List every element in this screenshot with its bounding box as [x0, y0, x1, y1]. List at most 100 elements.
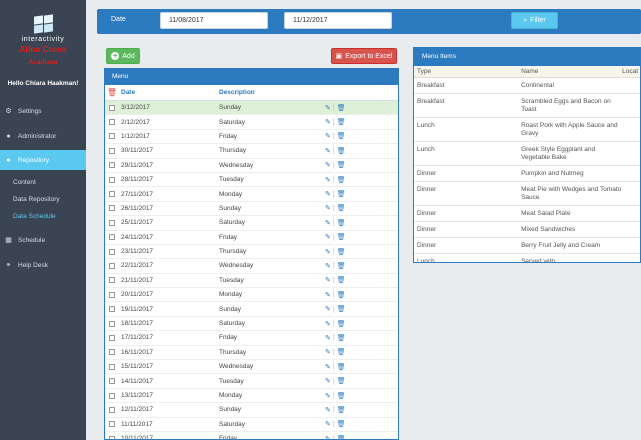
table-row[interactable]: 10/11/2017 Friday ✎ | 🗑: [105, 432, 398, 439]
sidebar-subitem-data-repository[interactable]: Data Repository: [13, 196, 60, 203]
edit-icon[interactable]: ✎: [325, 392, 331, 400]
edit-icon[interactable]: ✎: [325, 118, 331, 126]
trash-icon[interactable]: 🗑: [337, 161, 346, 169]
edit-icon[interactable]: ✎: [325, 132, 331, 140]
list-item[interactable]: Dinner Berry Fruit Jelly and Cream: [414, 238, 640, 254]
edit-icon[interactable]: ✎: [325, 248, 331, 256]
table-row[interactable]: 13/11/2017 Monday ✎ | 🗑: [105, 389, 398, 404]
row-checkbox[interactable]: [109, 119, 115, 126]
edit-icon[interactable]: ✎: [325, 262, 331, 270]
list-item[interactable]: Lunch Roast Pork with Apple Sauce and Gra…: [414, 118, 640, 142]
table-row[interactable]: 24/11/2017 Friday ✎ | 🗑: [105, 231, 398, 245]
row-checkbox[interactable]: [109, 104, 115, 111]
edit-icon[interactable]: ✎: [325, 348, 331, 356]
filter-button[interactable]: ⌕ Filter: [511, 12, 558, 29]
edit-icon[interactable]: ✎: [325, 190, 331, 198]
row-checkbox[interactable]: [109, 205, 115, 212]
date-from-input[interactable]: [160, 12, 268, 29]
table-row[interactable]: 19/11/2017 Sunday ✎ | 🗑: [105, 302, 398, 317]
table-row[interactable]: 20/11/2017 Monday ✎ | 🗑: [105, 288, 398, 303]
row-checkbox[interactable]: [109, 421, 115, 428]
col-name-header[interactable]: Name: [519, 68, 622, 75]
row-checkbox[interactable]: [109, 277, 115, 284]
trash-icon[interactable]: 🗑: [337, 435, 346, 439]
edit-icon[interactable]: ✎: [325, 377, 331, 385]
sidebar-item-repository[interactable]: ● Repository: [0, 150, 86, 170]
table-row[interactable]: 17/11/2017 Friday ✎ | 🗑: [105, 331, 398, 346]
list-item[interactable]: Dinner Meat Salad Plate: [414, 206, 640, 222]
edit-icon[interactable]: ✎: [325, 204, 331, 212]
table-row[interactable]: 12/11/2017 Sunday ✎ | 🗑: [105, 403, 398, 418]
table-row[interactable]: 23/11/2017 Thursday ✎ | 🗑: [105, 245, 398, 260]
table-row[interactable]: 25/11/2017 Saturday ✎ | 🗑: [105, 216, 398, 231]
trash-icon[interactable]: 🗑: [337, 233, 346, 241]
col-type-header[interactable]: Type: [414, 68, 519, 75]
list-item[interactable]: Lunch Greek Style Eggplant and Vegetable …: [414, 142, 640, 166]
trash-icon[interactable]: 🗑: [337, 118, 346, 126]
trash-icon[interactable]: 🗑: [337, 348, 346, 356]
list-item[interactable]: Dinner Pumpkin and Nutmeg: [414, 166, 640, 182]
row-checkbox[interactable]: [109, 176, 115, 183]
table-row[interactable]: 22/11/2017 Wednesday ✎ | 🗑: [105, 259, 398, 274]
sidebar-item-administrator[interactable]: ● Administrator: [0, 126, 86, 146]
trash-icon[interactable]: 🗑: [337, 262, 346, 270]
edit-icon[interactable]: ✎: [325, 147, 331, 155]
sidebar-subitem-content[interactable]: Content: [13, 179, 36, 186]
trash-icon[interactable]: 🗑: [337, 392, 346, 400]
edit-icon[interactable]: ✎: [325, 291, 331, 299]
trash-icon[interactable]: 🗑: [337, 291, 346, 299]
list-item[interactable]: Dinner Meat Pie with Wedges and Tomato Sa…: [414, 182, 640, 206]
table-row[interactable]: 18/11/2017 Saturday ✎ | 🗑: [105, 317, 398, 332]
row-checkbox[interactable]: [109, 147, 115, 154]
date-to-input[interactable]: [284, 12, 392, 29]
row-checkbox[interactable]: [109, 349, 115, 356]
trash-icon[interactable]: 🗑: [337, 132, 346, 140]
trash-icon[interactable]: 🗑: [337, 334, 346, 342]
trash-icon[interactable]: 🗑: [337, 320, 346, 328]
trash-icon[interactable]: 🗑: [337, 276, 346, 284]
table-row[interactable]: 21/11/2017 Tuesday ✎ | 🗑: [105, 274, 398, 289]
edit-icon[interactable]: ✎: [325, 233, 331, 241]
trash-icon[interactable]: 🗑: [337, 377, 346, 385]
logo[interactable]: interactivity: [18, 14, 68, 43]
col-date-header[interactable]: Date: [119, 89, 219, 96]
table-row[interactable]: 11/11/2017 Saturday ✎ | 🗑: [105, 418, 398, 432]
trash-icon[interactable]: 🗑: [337, 248, 346, 256]
row-checkbox[interactable]: [109, 435, 115, 439]
edit-icon[interactable]: ✎: [325, 435, 331, 439]
row-checkbox[interactable]: [109, 262, 115, 269]
trash-icon[interactable]: 🗑: [337, 219, 346, 227]
row-checkbox[interactable]: [109, 363, 115, 370]
trash-icon[interactable]: 🗑: [337, 147, 346, 155]
row-checkbox[interactable]: [109, 234, 115, 241]
table-row[interactable]: 1/12/2017 Friday ✎ | 🗑: [105, 130, 398, 145]
list-item[interactable]: Dinner Mixed Sandwiches: [414, 222, 640, 238]
table-row[interactable]: 29/11/2017 Wednesday ✎ | 🗑: [105, 159, 398, 173]
row-checkbox[interactable]: [109, 334, 115, 341]
edit-icon[interactable]: ✎: [325, 276, 331, 284]
trash-icon[interactable]: 🗑: [337, 406, 346, 414]
edit-icon[interactable]: ✎: [325, 406, 331, 414]
row-checkbox[interactable]: [109, 291, 115, 298]
list-item[interactable]: Breakfast Continental: [414, 78, 640, 94]
trash-icon[interactable]: 🗑: [337, 420, 346, 428]
list-item[interactable]: Breakfast Scrambled Eggs and Bacon on Toa…: [414, 94, 640, 118]
row-checkbox[interactable]: [109, 378, 115, 385]
table-row[interactable]: 2/12/2017 Saturday ✎ | 🗑: [105, 115, 398, 130]
edit-icon[interactable]: ✎: [325, 104, 331, 112]
table-row[interactable]: 14/11/2017 Tuesday ✎ | 🗑: [105, 374, 398, 389]
edit-icon[interactable]: ✎: [325, 176, 331, 184]
trash-icon[interactable]: 🗑: [337, 305, 346, 313]
add-button[interactable]: + Add: [106, 48, 140, 64]
table-row[interactable]: 26/11/2017 Sunday ✎ | 🗑: [105, 202, 398, 217]
row-checkbox[interactable]: [109, 320, 115, 327]
row-checkbox[interactable]: [109, 191, 115, 198]
sidebar-item-help-desk[interactable]: ⚭ Help Desk: [0, 255, 86, 275]
row-checkbox[interactable]: [109, 406, 115, 413]
row-checkbox[interactable]: [109, 248, 115, 255]
row-checkbox[interactable]: [109, 162, 115, 169]
edit-icon[interactable]: ✎: [325, 161, 331, 169]
row-checkbox[interactable]: [109, 306, 115, 313]
trash-icon[interactable]: 🗑: [337, 176, 346, 184]
table-row[interactable]: 16/11/2017 Thursday ✎ | 🗑: [105, 346, 398, 361]
